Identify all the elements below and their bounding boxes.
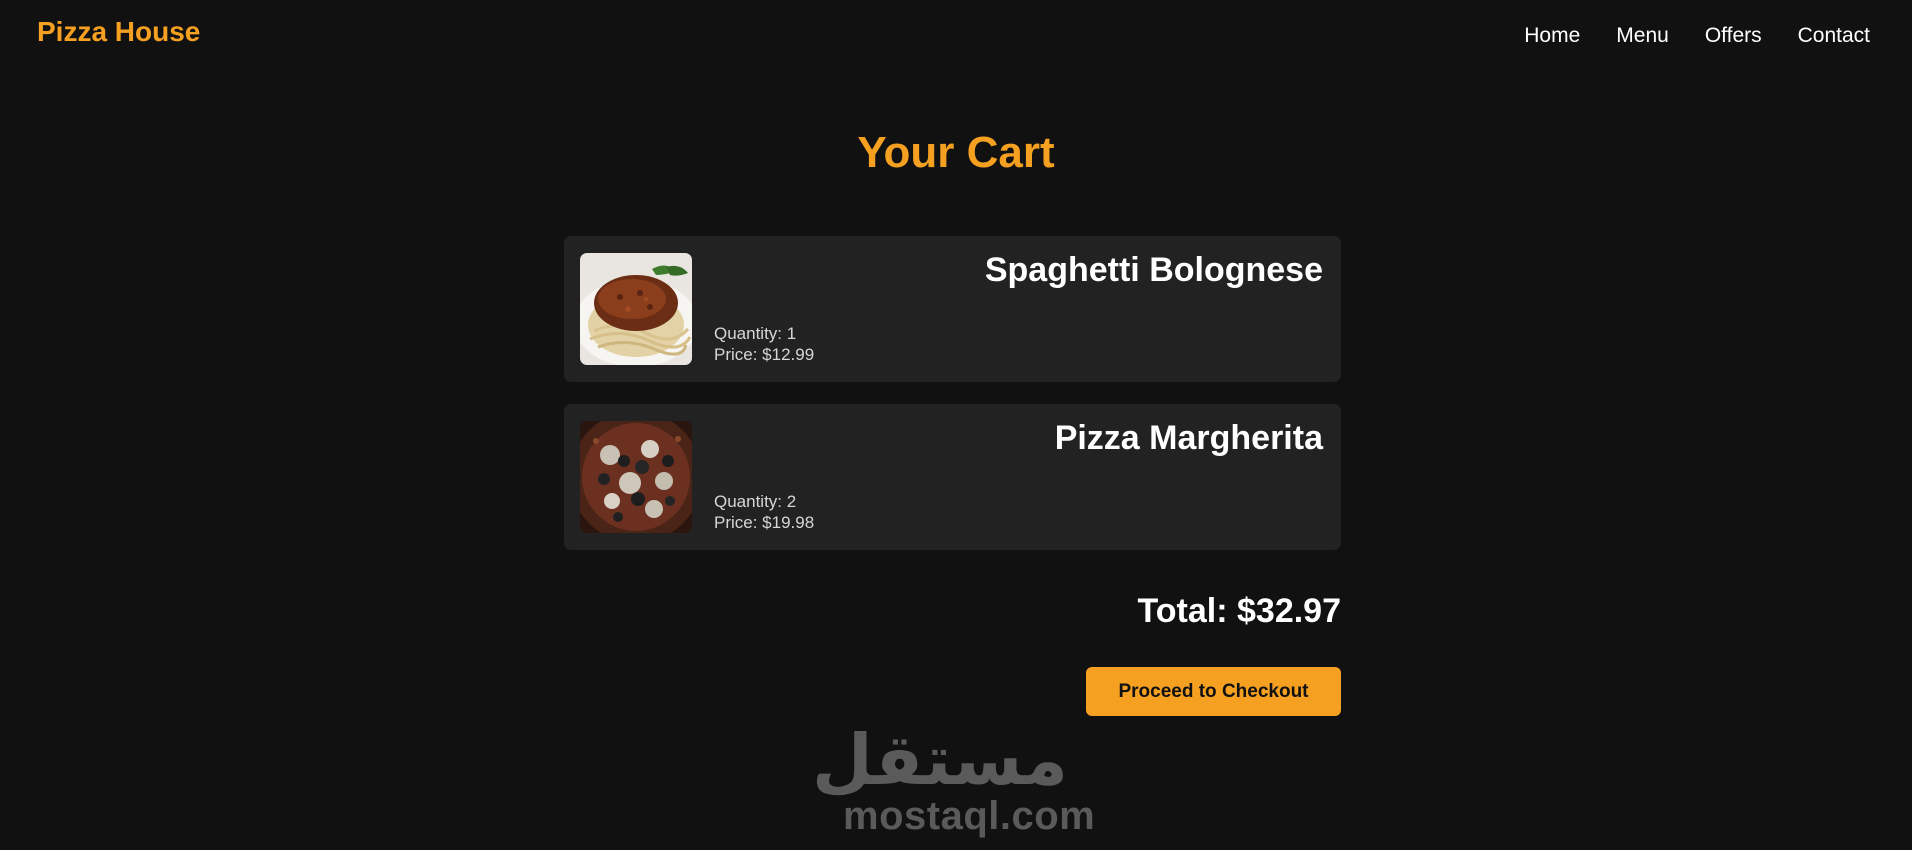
- navbar: Pizza House Home Menu Offers Contact: [0, 0, 1912, 72]
- pizza-margherita-image: [580, 421, 692, 533]
- cart-item: Pizza Margherita Quantity: 2 Price: $19.…: [564, 404, 1341, 550]
- item-price: Price: $19.98: [714, 513, 815, 532]
- cart-list: Spaghetti Bolognese Quantity: 1 Price: $…: [564, 236, 1341, 572]
- nav-link-contact[interactable]: Contact: [1798, 24, 1870, 48]
- cart-item: Spaghetti Bolognese Quantity: 1 Price: $…: [564, 236, 1341, 382]
- nav-link-home[interactable]: Home: [1524, 24, 1580, 48]
- item-name: Pizza Margherita: [1054, 419, 1323, 457]
- cart-total: Total: $32.97: [1137, 592, 1341, 630]
- nav-link-offers[interactable]: Offers: [1705, 24, 1762, 48]
- item-quantity: Quantity: 2: [714, 492, 797, 511]
- page-title: Your Cart: [857, 128, 1055, 177]
- item-price: Price: $12.99: [714, 345, 815, 364]
- watermark-domain: mostaql.com: [843, 794, 1096, 838]
- brand-logo[interactable]: Pizza House: [37, 16, 200, 48]
- item-meta: Quantity: 2 Price: $19.98: [714, 491, 814, 533]
- checkout-button[interactable]: Proceed to Checkout: [1086, 667, 1341, 716]
- mostaql-watermark: مستقل mostaql.com: [811, 719, 1096, 844]
- nav-links: Home Menu Offers Contact: [1524, 24, 1870, 48]
- cart-page: Pizza House Home Menu Offers Contact You…: [0, 0, 1912, 850]
- nav-link-menu[interactable]: Menu: [1616, 24, 1669, 48]
- watermark-arabic-logo: مستقل: [811, 719, 1068, 801]
- item-meta: Quantity: 1 Price: $12.99: [714, 323, 814, 365]
- item-name: Spaghetti Bolognese: [984, 251, 1323, 289]
- spaghetti-bolognese-image: [580, 253, 692, 365]
- item-quantity: Quantity: 1: [714, 324, 797, 343]
